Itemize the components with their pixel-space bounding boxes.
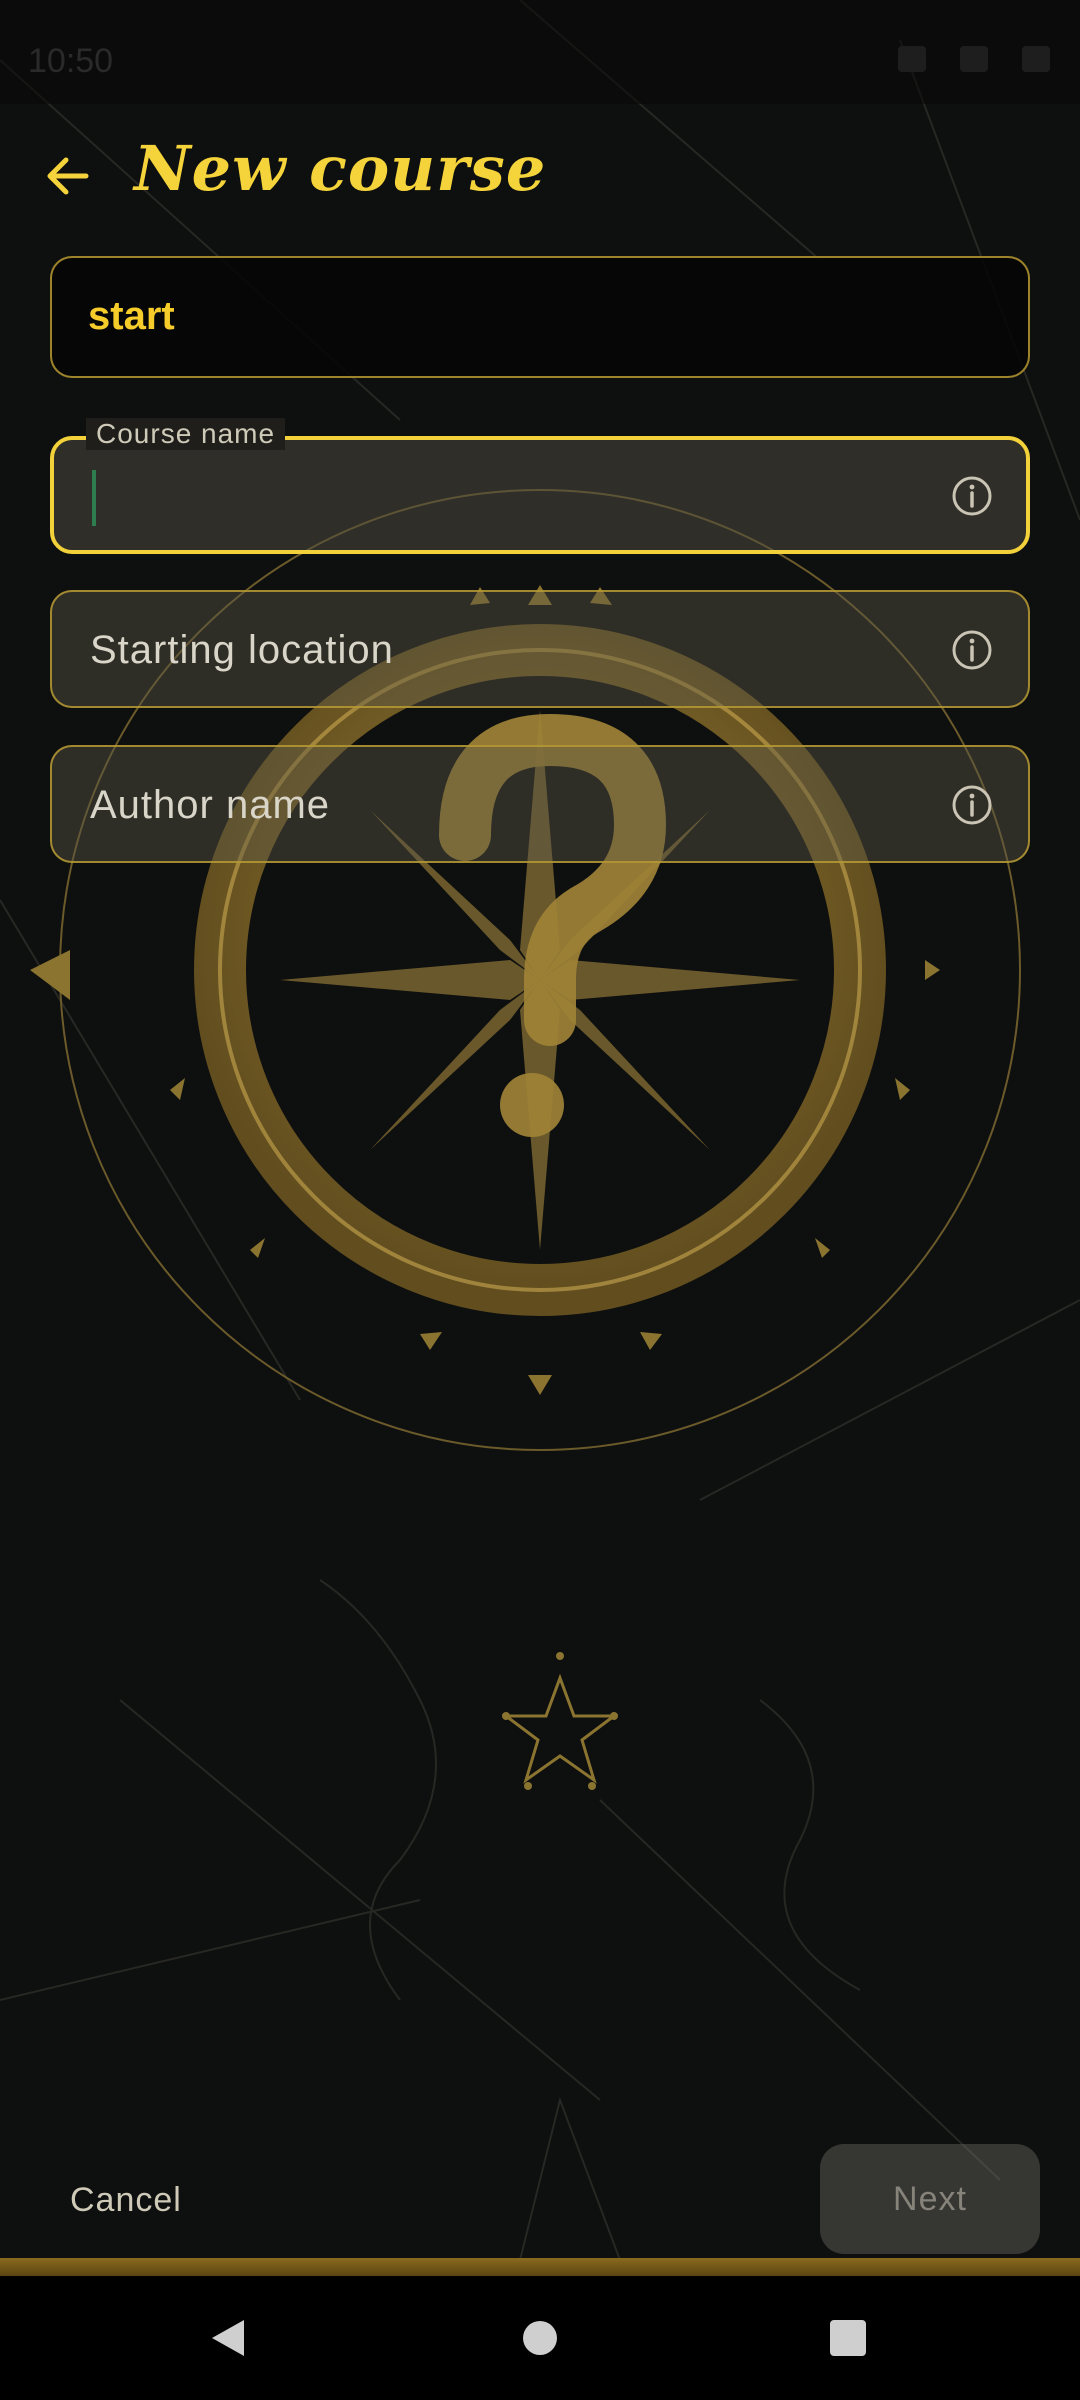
arrow-left-icon	[47, 157, 89, 195]
info-icon[interactable]	[950, 628, 994, 672]
status-bar: 10:50	[0, 0, 1080, 104]
system-nav-bar	[0, 2276, 1080, 2400]
circle-home-icon	[523, 2321, 557, 2355]
info-icon[interactable]	[950, 474, 994, 518]
starting-location-placeholder: Starting location	[90, 628, 394, 672]
square-recents-icon	[830, 2320, 866, 2356]
signal-icon	[898, 46, 926, 72]
next-button[interactable]: Next	[820, 2144, 1040, 2254]
text-cursor	[92, 470, 96, 526]
info-icon[interactable]	[950, 783, 994, 827]
starting-location-field[interactable]: Starting location	[50, 590, 1030, 708]
cancel-button[interactable]: Cancel	[46, 2160, 206, 2240]
author-name-placeholder: Author name	[90, 783, 331, 827]
compass-question-emblem	[194, 624, 886, 1316]
start-value: start	[88, 294, 175, 338]
triangle-back-icon	[212, 2320, 244, 2356]
bottom-divider	[0, 2258, 1080, 2276]
nav-back-button[interactable]	[196, 2306, 260, 2370]
wifi-icon	[960, 46, 988, 72]
back-button[interactable]	[40, 148, 96, 204]
battery-icon	[1022, 46, 1050, 72]
status-icons	[898, 46, 1050, 72]
course-name-label: Course name	[86, 418, 286, 450]
author-name-field[interactable]: Author name	[50, 745, 1030, 863]
app-bar: New course	[0, 128, 1080, 224]
course-name-field[interactable]: Course name	[50, 418, 1030, 554]
nav-recents-button[interactable]	[816, 2306, 880, 2370]
start-field[interactable]: start	[50, 256, 1030, 378]
page-title: New course	[134, 132, 547, 205]
nav-home-button[interactable]	[508, 2306, 572, 2370]
status-time: 10:50	[28, 42, 114, 80]
